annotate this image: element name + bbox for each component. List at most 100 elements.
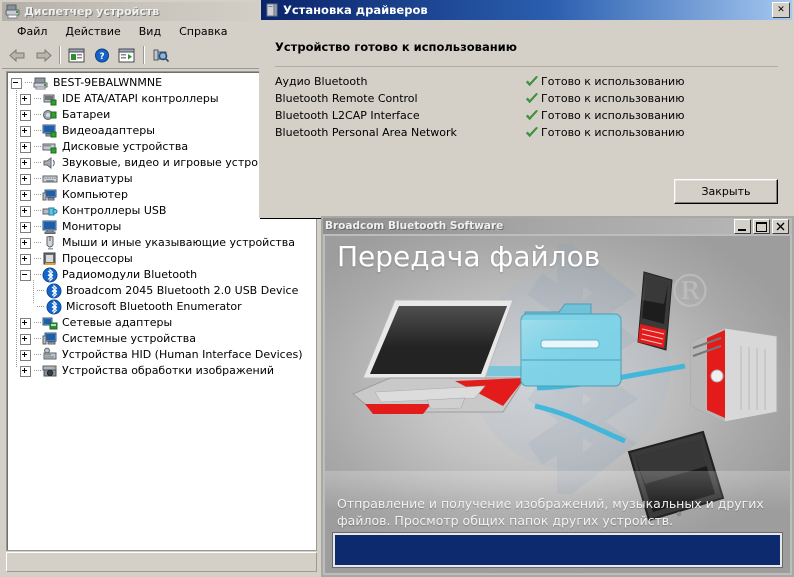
expand-toggle-icon[interactable]: [20, 253, 31, 265]
tree-item[interactable]: Microsoft Bluetooth Enumerator: [11, 299, 316, 315]
help-button[interactable]: ?: [90, 44, 113, 66]
tree-item[interactable]: Устройства HID (Human Interface Devices): [11, 347, 316, 363]
driver-status-row: Bluetooth Personal Area Network Готово к …: [275, 124, 778, 141]
tree-item-label: Видеоадаптеры: [62, 124, 155, 137]
tree-item[interactable]: Сетевые адаптеры: [11, 315, 316, 331]
close-button[interactable]: [772, 218, 789, 234]
tree-line: [37, 299, 46, 315]
tree-item-label: Устройства обработки изображений: [62, 364, 275, 377]
collapse-toggle-icon[interactable]: [20, 269, 31, 281]
driver-status-list: Аудио Bluetooth Готово к использованию Blu…: [275, 73, 778, 141]
tree-item-label: Радиомодули Bluetooth: [62, 268, 198, 281]
collapse-toggle-icon[interactable]: [11, 77, 22, 89]
broadcom-stage: ® Передача файлов Отправление и получени…: [325, 236, 790, 573]
tree-item[interactable]: Системные устройства: [11, 331, 316, 347]
system-device-icon: [42, 331, 58, 347]
system-device-icon: [42, 332, 57, 345]
expand-toggle-icon[interactable]: [20, 349, 31, 361]
tree-line: [34, 187, 42, 203]
usb-controller-icon: [42, 207, 58, 216]
forward-button[interactable]: [31, 44, 54, 66]
expand-toggle-icon[interactable]: [20, 205, 31, 217]
broadcom-titlebar[interactable]: Broadcom Bluetooth Software: [323, 218, 792, 234]
processor-icon: [43, 252, 56, 265]
tree-line: [25, 75, 33, 91]
expand-toggle-icon[interactable]: [20, 173, 31, 185]
tree-item-label: Компьютер: [62, 188, 128, 201]
processor-icon: [42, 251, 58, 267]
maximize-button[interactable]: [753, 218, 770, 234]
bluetooth-icon: [46, 283, 62, 299]
tree-line: [34, 171, 42, 187]
battery-icon: [42, 107, 58, 123]
expand-toggle-icon[interactable]: [20, 365, 31, 377]
driver-dialog-heading: Устройство готово к использованию: [275, 40, 517, 54]
menu-item-view[interactable]: Вид: [130, 23, 170, 40]
tree-item-label: Звуковые, видео и игровые устройства: [62, 156, 291, 169]
driver-status: Готово к использованию: [525, 126, 684, 140]
driver-install-icon: [265, 3, 279, 17]
tree-line: [34, 123, 42, 139]
broadcom-caption: Отправление и получение изображений, муз…: [337, 496, 764, 528]
minimize-button[interactable]: [734, 218, 751, 234]
hid-device-icon: [43, 347, 57, 360]
tree-line: [34, 331, 42, 347]
driver-dialog-buttons: Закрыть: [674, 179, 778, 204]
tree-item-label: Microsoft Bluetooth Enumerator: [66, 300, 242, 313]
tree-item-label: Устройства HID (Human Interface Devices): [62, 348, 303, 361]
close-icon[interactable]: ✕: [772, 2, 790, 18]
expand-toggle-icon[interactable]: [20, 189, 31, 201]
driver-status: Готово к использованию: [525, 92, 684, 106]
scan-hardware-button[interactable]: [149, 44, 172, 66]
broadcom-bluetooth-window[interactable]: Broadcom Bluetooth Software ® Передача ф…: [321, 216, 794, 577]
disk-drive-icon: [42, 139, 58, 155]
bluetooth-icon: [46, 283, 62, 299]
tree-line: [34, 107, 42, 123]
expand-toggle-icon[interactable]: [20, 141, 31, 153]
expand-toggle-icon[interactable]: [20, 333, 31, 345]
menu-item-help[interactable]: Справка: [170, 23, 236, 40]
left-arrow-icon: [8, 48, 24, 62]
tree-item[interactable]: Мыши и иные указывающие устройства: [11, 235, 316, 251]
driver-status-row: Bluetooth Remote Control Готово к использ…: [275, 90, 778, 107]
expand-toggle-icon[interactable]: [20, 237, 31, 249]
tree-item[interactable]: Радиомодули Bluetooth: [11, 267, 316, 283]
properties-button[interactable]: [65, 44, 88, 66]
tree-item[interactable]: Broadcom 2045 Bluetooth 2.0 USB Device: [11, 283, 316, 299]
tree-item[interactable]: Устройства обработки изображений: [11, 363, 316, 379]
expand-toggle-icon[interactable]: [20, 157, 31, 169]
close-icon: [776, 222, 785, 230]
menu-item-file[interactable]: Файл: [8, 23, 56, 40]
tree-item-label: Батареи: [62, 108, 111, 121]
tree-item-label: Клавиатуры: [62, 172, 133, 185]
tree-line: [34, 219, 42, 235]
tree-item[interactable]: Процессоры: [11, 251, 316, 267]
sound-device-icon: [43, 157, 55, 169]
scan-hardware-icon: [153, 49, 169, 62]
back-button[interactable]: [6, 44, 29, 66]
driver-dialog-titlebar[interactable]: Установка драйверов ✕: [261, 0, 792, 20]
scan-button[interactable]: [115, 44, 138, 66]
expand-toggle-icon[interactable]: [20, 109, 31, 121]
driver-install-dialog[interactable]: Установка драйверов ✕ Устройство готово …: [259, 0, 794, 218]
hid-device-icon: [42, 347, 58, 363]
computer-icon: [33, 77, 48, 90]
expand-toggle-icon[interactable]: [20, 125, 31, 137]
tree-item-label: Broadcom 2045 Bluetooth 2.0 USB Device: [66, 284, 299, 297]
tree-item-label: Мыши и иные указывающие устройства: [62, 236, 296, 249]
driver-device-name: Bluetooth L2CAP Interface: [275, 109, 420, 122]
tree-item[interactable]: Мониторы: [11, 219, 316, 235]
disk-drive-icon: [42, 143, 57, 154]
expand-toggle-icon[interactable]: [20, 221, 31, 233]
driver-status-label: Готово к использованию: [541, 126, 685, 139]
tree-line: [34, 91, 42, 107]
driver-status-row: Bluetooth L2CAP Interface Готово к исполь…: [275, 107, 778, 124]
tree-line: [34, 203, 42, 219]
display-adapter-icon: [42, 124, 57, 138]
expand-toggle-icon[interactable]: [20, 317, 31, 329]
progress-bar[interactable]: [333, 533, 782, 567]
close-button[interactable]: Закрыть: [674, 179, 778, 204]
toolbar-separator: [59, 46, 60, 64]
expand-toggle-icon[interactable]: [20, 93, 31, 105]
menu-item-action[interactable]: Действие: [56, 23, 129, 40]
